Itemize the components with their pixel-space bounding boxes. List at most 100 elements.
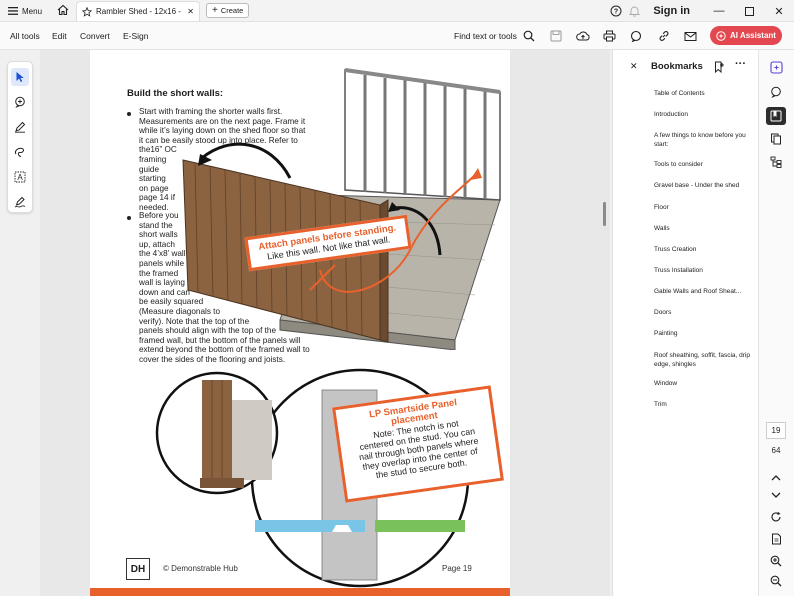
- bookmark-item[interactable]: Walls: [654, 225, 752, 234]
- previous-page-button[interactable]: [766, 468, 786, 486]
- minimize-icon: —: [713, 5, 725, 17]
- footer-brand: © Demonstrable Hub: [163, 564, 238, 573]
- bookmark-item[interactable]: Introduction: [654, 111, 752, 120]
- close-panel-icon[interactable]: ✕: [630, 61, 638, 72]
- structure-panel-button[interactable]: [766, 153, 786, 171]
- ai-panel-button[interactable]: [766, 58, 786, 76]
- bookmark-item[interactable]: Tools to consider: [654, 161, 752, 170]
- footer-accent-bar: [90, 588, 510, 596]
- zoom-in-button[interactable]: [766, 552, 786, 570]
- home-icon: [57, 4, 69, 16]
- shed-wall-illustration: [182, 68, 501, 350]
- select-tool[interactable]: [11, 68, 29, 86]
- next-page-button[interactable]: [766, 486, 786, 504]
- ai-assistant-label: AI Assistant: [730, 31, 776, 40]
- upload-button[interactable]: [569, 27, 596, 45]
- bookmarks-panel-button[interactable]: [766, 107, 786, 125]
- bookmark-item[interactable]: Truss Installation: [654, 267, 752, 276]
- chevron-up-icon: [771, 474, 781, 480]
- ai-assistant-button[interactable]: AI Assistant: [710, 26, 782, 45]
- create-button[interactable]: + Create: [206, 3, 250, 18]
- zoom-out-button[interactable]: [766, 572, 786, 590]
- freehand-icon: [15, 147, 24, 157]
- bookmark-icon: [770, 110, 782, 122]
- bookmark-item[interactable]: Window: [654, 380, 752, 389]
- sign-tool[interactable]: [11, 193, 29, 211]
- comment-tool[interactable]: [11, 93, 29, 111]
- bookmark-item[interactable]: Floor: [654, 204, 752, 213]
- bookmark-item[interactable]: Table of Contents: [654, 90, 752, 99]
- bookmark-item[interactable]: A few things to know before you start:: [654, 132, 752, 149]
- cursor-icon: [16, 72, 24, 82]
- bookmarks-header: ✕ Bookmarks ···: [613, 58, 759, 76]
- home-button[interactable]: [56, 3, 70, 17]
- menu-edit[interactable]: Edit: [52, 31, 67, 41]
- menu-esign[interactable]: E-Sign: [123, 31, 149, 41]
- comment-button[interactable]: [623, 27, 650, 45]
- add-comment-icon: [15, 96, 25, 108]
- menu-convert[interactable]: Convert: [80, 31, 110, 41]
- bookmark-item[interactable]: Painting: [654, 330, 752, 339]
- scroll-indicator[interactable]: [603, 202, 606, 226]
- bookmarks-title: Bookmarks: [651, 61, 703, 72]
- pdf-page: Build the short walls: Start with framin…: [90, 50, 510, 596]
- draw-tool[interactable]: [11, 143, 29, 161]
- pages-panel-button[interactable]: [766, 130, 786, 148]
- bookmark-item[interactable]: Gable Walls and Roof Sheat...: [654, 288, 752, 297]
- find-text-button[interactable]: Find text or tools: [454, 31, 517, 41]
- maximize-button[interactable]: [734, 0, 764, 22]
- save-icon: [550, 30, 561, 42]
- email-button[interactable]: [677, 27, 704, 45]
- page-info-button[interactable]: [766, 530, 786, 548]
- save-button[interactable]: [542, 27, 569, 45]
- pages-icon: [771, 133, 781, 145]
- close-icon[interactable]: ✕: [187, 7, 194, 16]
- current-page-input[interactable]: 19: [766, 422, 786, 439]
- print-button[interactable]: [596, 27, 623, 45]
- brand-logo: DH: [126, 558, 150, 580]
- zoom-out-icon: [770, 575, 782, 587]
- title-bar: Menu Rambler Shed - 12x16 - ... ✕ + Crea…: [0, 0, 794, 22]
- close-window-icon: ✕: [774, 5, 784, 18]
- text-tool[interactable]: A: [11, 168, 29, 186]
- bookmark-item[interactable]: Doors: [654, 309, 752, 318]
- mail-icon: [684, 31, 697, 41]
- more-options-icon[interactable]: ···: [735, 58, 746, 70]
- minimize-button[interactable]: —: [704, 0, 734, 22]
- comments-panel-button[interactable]: [766, 83, 786, 101]
- plus-icon: +: [212, 4, 218, 16]
- text-box-icon: A: [14, 171, 26, 183]
- notifications-button[interactable]: [625, 0, 643, 22]
- menu-button[interactable]: Menu: [8, 4, 42, 18]
- document-tab[interactable]: Rambler Shed - 12x16 - ... ✕: [76, 1, 200, 21]
- tab-title: Rambler Shed - 12x16 - ...: [96, 7, 184, 16]
- menu-label: Menu: [22, 6, 43, 16]
- hamburger-icon: [8, 7, 18, 15]
- total-pages: 64: [771, 446, 781, 455]
- menu-all-tools[interactable]: All tools: [10, 31, 40, 41]
- document-viewport[interactable]: Build the short walls: Start with framin…: [40, 50, 616, 596]
- zoom-in-icon: [770, 555, 782, 567]
- document-icon: [771, 533, 781, 545]
- structure-tree-icon: [770, 156, 782, 168]
- link-icon: [659, 31, 668, 41]
- right-tool-rail: 19 64: [758, 50, 794, 596]
- close-window-button[interactable]: ✕: [764, 0, 794, 22]
- add-bookmark-icon[interactable]: [714, 60, 725, 78]
- search-button[interactable]: [515, 27, 542, 45]
- pen-icon: [15, 121, 26, 133]
- sign-in-button[interactable]: Sign in: [653, 5, 690, 17]
- bookmark-item[interactable]: Gravel base - Under the shed: [654, 182, 752, 191]
- main-toolbar: All tools Edit Convert E-Sign Find text …: [0, 22, 794, 50]
- bookmark-item[interactable]: Roof sheathing, soffit, fascia, drip edg…: [654, 352, 752, 369]
- star-icon: [82, 6, 92, 17]
- highlight-tool[interactable]: [11, 118, 29, 136]
- signature-icon: [14, 196, 26, 208]
- link-button[interactable]: [650, 27, 677, 45]
- help-button[interactable]: ?: [607, 0, 625, 22]
- refresh-button[interactable]: [766, 508, 786, 526]
- ai-sparkle-icon: [716, 30, 726, 41]
- comment-icon: [771, 86, 781, 98]
- bookmark-item[interactable]: Trim: [654, 401, 752, 410]
- bookmark-item[interactable]: Truss Creation: [654, 246, 752, 255]
